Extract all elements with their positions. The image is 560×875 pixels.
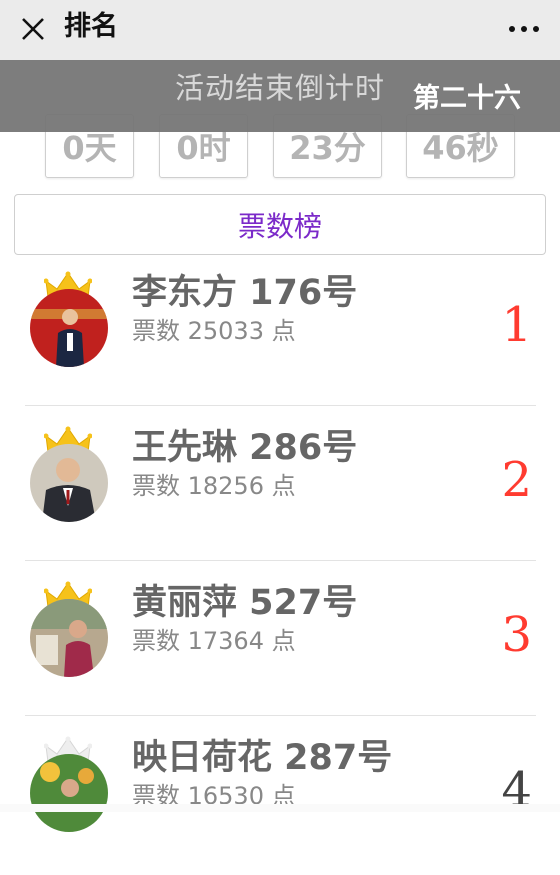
avatar <box>30 444 108 522</box>
avatar <box>30 289 108 367</box>
candidate-name: 映日荷花 287号 <box>132 738 393 778</box>
rank-number: 1 <box>501 297 532 353</box>
vote-count: 票数 17364 点 <box>132 627 296 655</box>
vote-count: 票数 18256 点 <box>132 472 296 500</box>
candidate-name: 王先琳 286号 <box>132 428 358 468</box>
bottom-edge <box>0 804 560 812</box>
list-item[interactable]: 映日荷花 287号 票数 16530 点 4 <box>0 720 560 875</box>
divider <box>25 715 536 716</box>
vote-count: 票数 25033 点 <box>132 317 296 345</box>
candidate-name: 李东方 176号 <box>132 273 358 313</box>
close-icon[interactable] <box>18 14 48 44</box>
list-item[interactable]: 王先琳 286号 票数 18256 点 2 <box>0 410 560 565</box>
candidate-name: 黄丽萍 527号 <box>132 583 358 623</box>
page-title: 排名 <box>64 11 118 42</box>
list-item[interactable]: 黄丽萍 527号 票数 17364 点 3 <box>0 565 560 720</box>
tab-votes-ranking[interactable]: 票数榜 <box>14 194 546 255</box>
divider <box>25 405 536 406</box>
divider <box>25 560 536 561</box>
countdown-banner: 活动结束倒计时 第二十六 <box>0 60 560 132</box>
nav-bar: 排名 <box>0 0 560 60</box>
more-icon[interactable] <box>506 14 542 44</box>
list-item[interactable]: 李东方 176号 票数 25033 点 1 <box>0 255 560 410</box>
rank-number: 2 <box>501 452 532 508</box>
banner-marquee: 第二十六 <box>413 83 521 114</box>
avatar <box>30 754 108 832</box>
avatar <box>30 599 108 677</box>
rank-number: 3 <box>501 607 532 663</box>
